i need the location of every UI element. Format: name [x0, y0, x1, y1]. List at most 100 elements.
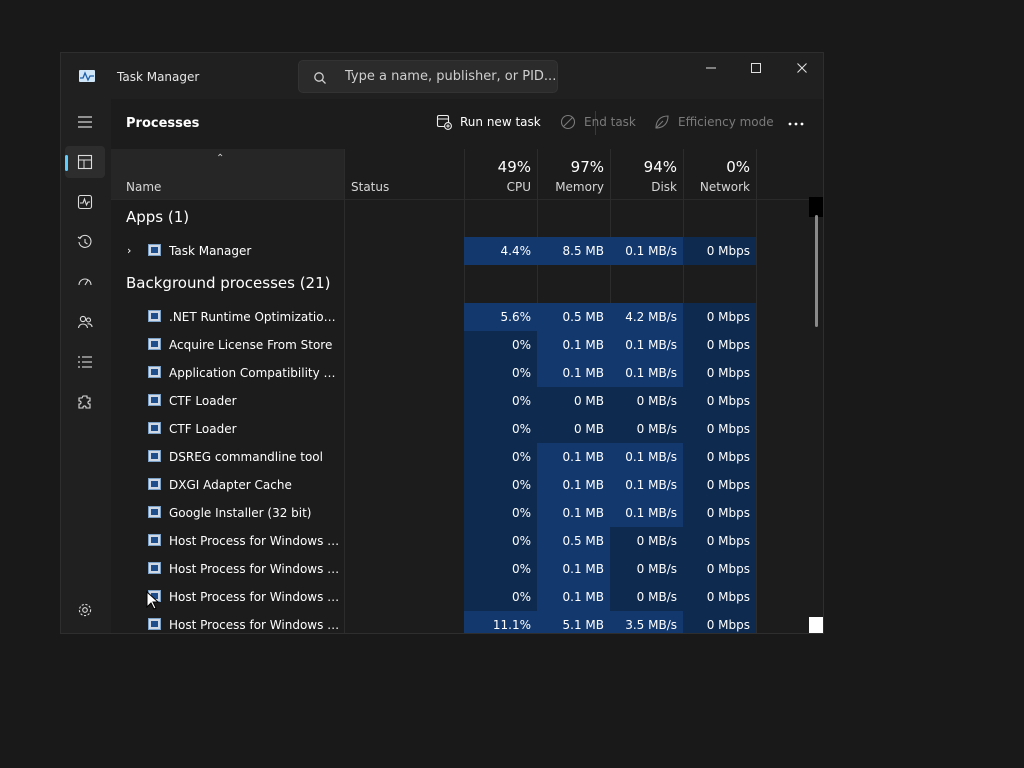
scrollbar-thumb[interactable]: [815, 215, 818, 327]
disk-value: 4.2 MB/s: [625, 310, 677, 324]
service-icon: [148, 618, 161, 630]
disk-value: 0.1 MB/s: [625, 506, 677, 520]
performance-icon: [77, 194, 93, 210]
title-bar: Task Manager Type a name, publisher, or …: [61, 53, 823, 99]
more-options-button[interactable]: [787, 115, 805, 137]
memory-value: 0.1 MB: [562, 366, 604, 380]
nav-services[interactable]: [65, 386, 105, 418]
process-row[interactable]: Host Process for Windows Tasks 0% 0.1 MB 0 …: [111, 555, 757, 583]
hamburger-menu-button[interactable]: [65, 106, 105, 138]
process-row[interactable]: Host Process for Windows Tasks 0% 0.1 MB 0 …: [111, 583, 757, 611]
column-network-label[interactable]: Network: [700, 180, 750, 194]
efficiency-mode-label: Efficiency mode: [678, 115, 774, 129]
nav-details[interactable]: [65, 346, 105, 378]
network-value: 0 Mbps: [706, 478, 750, 492]
column-header: ⌃ Name Status 49% CPU 97% Memory 94% Dis…: [111, 149, 823, 200]
efficiency-mode-button[interactable]: Efficiency mode: [654, 114, 774, 130]
memory-value: 0.1 MB: [562, 478, 604, 492]
nav-performance[interactable]: [65, 186, 105, 218]
nav-users[interactable]: [65, 306, 105, 338]
cpu-value: 0%: [511, 394, 531, 408]
service-icon: [148, 450, 161, 462]
close-icon: [797, 63, 807, 73]
process-row[interactable]: Host Process for Windows Tasks 11.1% 5.1 M…: [111, 611, 757, 633]
process-row[interactable]: Application Compatibility Dat... 0% 0.1 MB…: [111, 359, 757, 387]
column-name-header[interactable]: ⌃ Name: [111, 149, 344, 199]
cpu-value: 0%: [511, 534, 531, 548]
memory-value: 0 MB: [573, 394, 604, 408]
app-row[interactable]: › Task Manager 4.4% 8.5 MB 0.1 MB/s 0 Mbps: [111, 237, 757, 265]
network-value: 0 Mbps: [706, 366, 750, 380]
memory-value: 0.5 MB: [562, 534, 604, 548]
cpu-value: 0%: [511, 590, 531, 604]
process-name: CTF Loader: [169, 422, 237, 436]
column-cpu-label[interactable]: CPU: [507, 180, 531, 194]
search-input[interactable]: Type a name, publisher, or PID...: [345, 69, 556, 84]
minimize-icon: [706, 67, 716, 69]
search-icon: [313, 70, 327, 89]
process-name: .NET Runtime Optimization Se...: [169, 310, 341, 324]
network-value: 0 Mbps: [706, 422, 750, 436]
process-name: Task Manager: [169, 244, 252, 258]
run-new-task-button[interactable]: Run new task: [436, 114, 541, 130]
end-task-button[interactable]: End task: [560, 114, 636, 130]
hamburger-menu-icon: [78, 116, 92, 128]
service-icon: [148, 534, 161, 546]
memory-value: 8.5 MB: [562, 244, 604, 258]
end-task-icon: [560, 114, 576, 130]
process-list: Apps (1) Background processes (21) › Task…: [111, 199, 823, 633]
memory-value: 0.5 MB: [562, 310, 604, 324]
users-icon: [77, 315, 93, 329]
run-new-task-icon: [436, 114, 452, 130]
cpu-value: 0%: [511, 562, 531, 576]
scrollbar-up-area[interactable]: [809, 197, 823, 217]
close-button[interactable]: [779, 53, 823, 83]
nav-processes[interactable]: [65, 146, 105, 178]
column-disk-label[interactable]: Disk: [651, 180, 677, 194]
task-manager-window: Task Manager Type a name, publisher, or …: [60, 52, 824, 634]
memory-value: 0.1 MB: [562, 506, 604, 520]
process-name: Application Compatibility Dat...: [169, 366, 341, 380]
minimize-button[interactable]: [688, 53, 734, 83]
nav-startup-apps[interactable]: [65, 266, 105, 298]
process-row[interactable]: .NET Runtime Optimization Se... 5.6% 0.5 M…: [111, 303, 757, 331]
left-navigation: [61, 99, 109, 633]
process-name: Host Process for Windows Tasks: [169, 562, 341, 576]
nav-settings[interactable]: [65, 594, 105, 626]
memory-value: 0.1 MB: [562, 590, 604, 604]
services-icon: [78, 395, 91, 409]
process-name: Acquire License From Store: [169, 338, 333, 352]
cpu-percent: 49%: [497, 158, 531, 176]
page-title: Processes: [126, 116, 200, 131]
vertical-scrollbar[interactable]: [807, 197, 823, 633]
column-memory-label[interactable]: Memory: [555, 180, 604, 194]
process-row[interactable]: Acquire License From Store 0% 0.1 MB 0.1 MB…: [111, 331, 757, 359]
process-row[interactable]: DXGI Adapter Cache 0% 0.1 MB 0.1 MB/s 0 Mbps: [111, 471, 757, 499]
process-name: DSREG commandline tool: [169, 450, 323, 464]
cpu-value: 0%: [511, 338, 531, 352]
nav-app-history[interactable]: [65, 226, 105, 258]
maximize-button[interactable]: [733, 53, 779, 83]
network-percent: 0%: [726, 158, 750, 176]
disk-value: 0.1 MB/s: [625, 338, 677, 352]
process-row[interactable]: CTF Loader 0% 0 MB 0 MB/s 0 Mbps: [111, 415, 757, 443]
process-row[interactable]: Host Process for Windows Tasks 0% 0.5 MB 0 …: [111, 527, 757, 555]
service-icon: [148, 562, 161, 574]
cpu-value: 5.6%: [500, 310, 532, 324]
cpu-value: 11.1%: [492, 618, 531, 632]
process-row[interactable]: DSREG commandline tool 0% 0.1 MB 0.1 MB/s 0 …: [111, 443, 757, 471]
window-title: Task Manager: [117, 70, 200, 84]
cpu-value: 0%: [511, 478, 531, 492]
disk-value: 3.5 MB/s: [625, 618, 677, 632]
process-row[interactable]: CTF Loader 0% 0 MB 0 MB/s 0 Mbps: [111, 387, 757, 415]
command-bar: Processes Run new task End task Efficien…: [111, 99, 823, 149]
expand-chevron-icon[interactable]: ›: [127, 237, 131, 265]
column-status-label[interactable]: Status: [351, 180, 389, 194]
disk-value: 0.1 MB/s: [625, 366, 677, 380]
search-box[interactable]: Type a name, publisher, or PID...: [298, 60, 558, 93]
disk-value: 0.1 MB/s: [625, 244, 677, 258]
disk-value: 0 MB/s: [636, 562, 677, 576]
installer-icon: [148, 506, 161, 518]
process-row[interactable]: Google Installer (32 bit) 0% 0.1 MB 0.1 MB/…: [111, 499, 757, 527]
task-manager-icon: [148, 244, 161, 256]
